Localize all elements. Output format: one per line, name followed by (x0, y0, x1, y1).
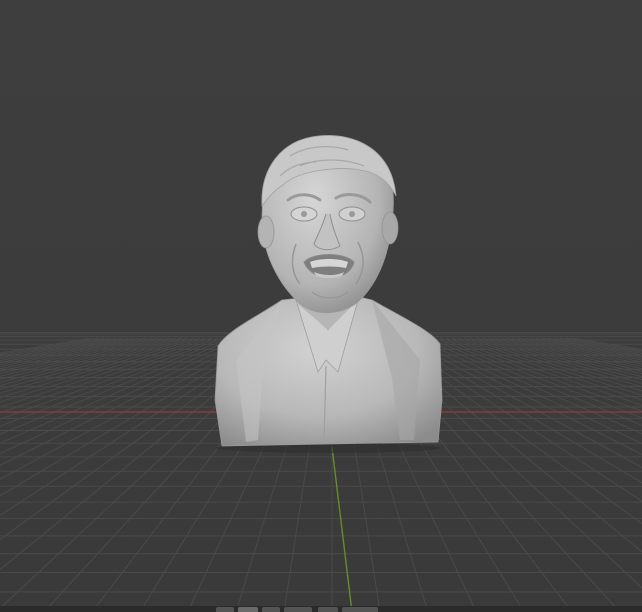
3d-viewport[interactable] (0, 0, 642, 612)
toolbar-button[interactable] (216, 607, 234, 612)
toolbar-button[interactable] (342, 607, 378, 612)
bottom-toolbar (0, 606, 642, 612)
toolbar-button[interactable] (318, 607, 338, 612)
toolbar-button[interactable] (284, 607, 312, 612)
toolbar-button[interactable] (238, 607, 258, 612)
toolbar-button[interactable] (262, 607, 280, 612)
viewport-canvas[interactable] (0, 0, 642, 612)
bust-right-ear (381, 211, 399, 245)
bust-left-pupil (301, 211, 307, 217)
bust-left-ear (257, 215, 275, 249)
bust-right-pupil (349, 211, 355, 217)
